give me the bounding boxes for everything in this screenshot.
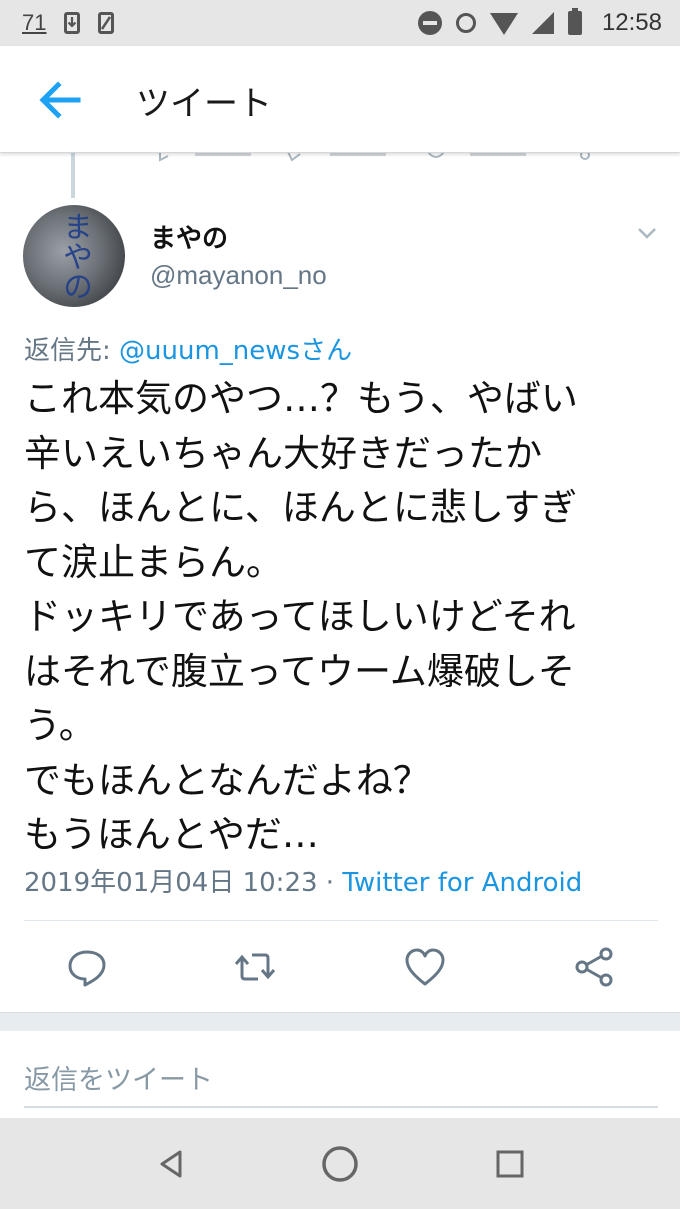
previous-tweet-actions xyxy=(0,152,680,182)
like-button[interactable] xyxy=(402,944,448,990)
chevron-down-icon xyxy=(638,228,656,239)
app-bar: ツイート xyxy=(0,46,680,153)
page-title: ツイート xyxy=(136,84,272,124)
reply-to-line: 返信先: @uuum_newsさん xyxy=(24,330,352,367)
reply-icon xyxy=(68,950,106,987)
screenshot-icon xyxy=(98,12,115,34)
reply-input[interactable]: 返信をツイート xyxy=(24,1058,213,1097)
share-icon xyxy=(575,947,613,987)
download-icon xyxy=(64,12,81,34)
section-separator xyxy=(0,1012,680,1031)
tweet-text: これ本気のやつ…？もう、やばい 辛いえいちゃん大好きだったか ら、ほんとに、ほん… xyxy=(24,377,578,856)
back-button[interactable] xyxy=(36,76,84,124)
reply-prefix: 返信先: xyxy=(24,336,120,366)
heart-icon xyxy=(405,948,445,986)
avatar[interactable]: まやの xyxy=(23,205,125,307)
thread-connector-line xyxy=(71,152,75,198)
tweet-timestamp: 2019年01月04日 10:23 · Twitter for Android xyxy=(24,862,582,899)
display-name[interactable]: まやの xyxy=(150,218,228,255)
wifi-icon xyxy=(489,13,518,35)
retweet-icon xyxy=(234,953,276,981)
avatar-text: まやの xyxy=(57,211,92,301)
screen-name[interactable]: @mayanon_no xyxy=(150,260,327,291)
notification-count: 71 xyxy=(22,10,47,35)
status-bar: 71 12:58 xyxy=(0,0,680,46)
reply-mention-link[interactable]: @uuum_newsさん xyxy=(119,336,352,366)
more-options-button[interactable] xyxy=(636,222,658,244)
circle-home-icon xyxy=(322,1146,358,1182)
timestamp-text: 2019年01月04日 10:23 · xyxy=(24,868,343,898)
navigation-bar xyxy=(0,1118,680,1209)
clock: 12:58 xyxy=(601,9,662,36)
nav-home-button[interactable] xyxy=(318,1142,362,1186)
arrow-left-icon xyxy=(39,81,81,119)
divider xyxy=(24,920,658,921)
signal-icon xyxy=(531,12,554,34)
battery-icon xyxy=(567,8,582,35)
retweet-button[interactable] xyxy=(232,944,278,990)
alarm-icon xyxy=(455,13,476,33)
source-link[interactable]: Twitter for Android xyxy=(342,868,582,898)
nav-back-button[interactable] xyxy=(150,1142,194,1186)
reply-input-underline xyxy=(24,1106,658,1108)
square-recents-icon xyxy=(496,1150,524,1178)
do-not-disturb-icon xyxy=(417,11,442,35)
triangle-back-icon xyxy=(160,1150,182,1178)
nav-recents-button[interactable] xyxy=(488,1142,532,1186)
share-button[interactable] xyxy=(571,944,617,990)
reply-button[interactable] xyxy=(64,944,110,990)
